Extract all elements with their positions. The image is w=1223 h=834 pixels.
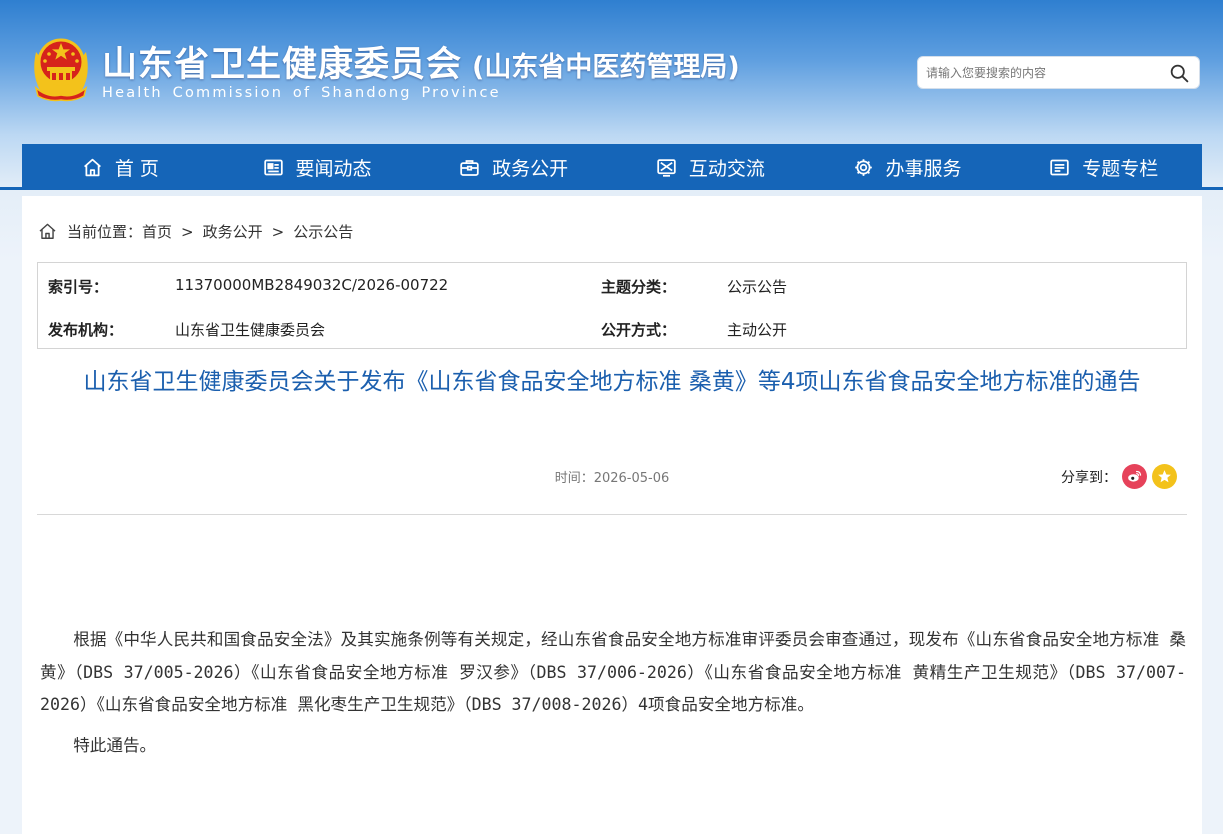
news-icon <box>263 159 283 175</box>
weibo-icon <box>1128 470 1142 482</box>
nav-item-topics[interactable]: 专题专栏 <box>1005 144 1202 190</box>
nav-item-label: 首 页 <box>114 157 159 180</box>
breadcrumb-separator: > <box>271 222 285 241</box>
home-icon <box>39 223 56 239</box>
document-meta-table: 索引号： 11370000MB2849032C/2026-00722 主题分类：… <box>37 262 1187 349</box>
breadcrumb-link-gov-affairs[interactable]: 政务公开 <box>203 221 263 242</box>
meta-topic-value: 公示公告 <box>727 278 788 296</box>
briefcase-icon <box>460 159 479 176</box>
favorite-star-icon <box>1158 470 1171 483</box>
nav-item-label: 政务公开 <box>492 157 569 180</box>
share-bar: 分享到： <box>1061 464 1177 489</box>
breadcrumb: 当前位置： 首页 > 政务公开 > 公示公告 <box>38 221 353 242</box>
share-favorite-button[interactable] <box>1152 464 1177 489</box>
meta-method-value: 主动公开 <box>727 321 788 339</box>
nav-item-label: 办事服务 <box>885 157 962 180</box>
article-paragraph: 特此通告。 <box>73 735 157 755</box>
nav-item-label: 互动交流 <box>688 157 765 180</box>
breadcrumb-link-announcements[interactable]: 公示公告 <box>293 221 353 242</box>
nav-item-label: 专题专栏 <box>1082 157 1159 180</box>
service-icon <box>854 158 872 176</box>
site-title: 山东省卫生健康委员会 (山东省中医药管理局) <box>102 36 740 87</box>
site-subtitle: (山东省中医药管理局) <box>472 52 740 83</box>
meta-org-label: 发布机构： <box>48 321 124 339</box>
share-weibo-button[interactable] <box>1122 464 1147 489</box>
meta-index-value: 11370000MB2849032C/2026-00722 <box>175 276 449 294</box>
meta-index-label: 索引号： <box>48 278 109 296</box>
meta-org-value: 山东省卫生健康委员会 <box>175 321 326 339</box>
share-label: 分享到： <box>1061 469 1117 486</box>
site-english-name: Health Commission of Shandong Province <box>102 85 501 101</box>
nav-item-interaction[interactable]: 互动交流 <box>612 144 809 190</box>
interact-icon <box>657 158 676 177</box>
nav-item-gov-affairs[interactable]: 政务公开 <box>415 144 612 190</box>
breadcrumb-prefix: 当前位置： <box>67 223 143 241</box>
national-emblem-icon <box>34 38 88 102</box>
nav-item-services[interactable]: 办事服务 <box>809 144 1006 190</box>
topic-icon <box>1050 159 1069 175</box>
breadcrumb-separator: > <box>181 222 194 241</box>
content-panel: 当前位置： 首页 > 政务公开 > 公示公告 索引号： 11370000MB28… <box>22 196 1202 834</box>
meta-topic-label: 主题分类： <box>601 278 677 296</box>
meta-method-label: 公开方式： <box>601 321 677 339</box>
article-title: 山东省卫生健康委员会关于发布《山东省食品安全地方标准 桑黄》等4项山东省食品安全… <box>83 369 1141 395</box>
article-paragraph: 根据《中华人民共和国食品安全法》及其实施条例等有关规定，经山东省食品安全地方标准… <box>40 630 1186 714</box>
divider <box>37 514 1187 515</box>
site-title-main: 山东省卫生健康委员会 <box>102 45 463 85</box>
search-icon[interactable] <box>1169 63 1190 84</box>
nav-item-label: 要闻动态 <box>295 157 372 180</box>
search-box[interactable] <box>917 56 1200 89</box>
search-input[interactable] <box>926 63 1166 83</box>
article-body: 根据《中华人民共和国食品安全法》及其实施条例等有关规定，经山东省食品安全地方标准… <box>40 624 1186 762</box>
breadcrumb-link-home[interactable]: 首页 <box>142 221 172 242</box>
nav-item-home[interactable]: 首 页 <box>22 144 219 190</box>
publish-time: 时间：2026-05-06 <box>554 471 670 486</box>
home-icon <box>83 158 101 176</box>
main-nav: 首 页 要闻动态 政务公开 互动交流 办事服务 专题专栏 <box>22 144 1202 190</box>
nav-item-news[interactable]: 要闻动态 <box>219 144 416 190</box>
